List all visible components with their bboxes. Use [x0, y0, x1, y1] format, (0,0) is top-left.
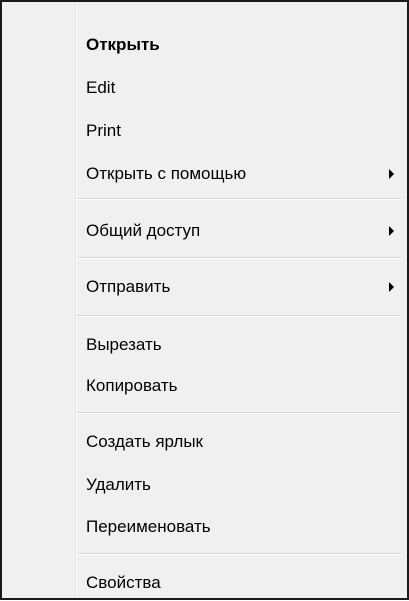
menu-item-label: Открыть — [86, 35, 160, 54]
menu-item-create-shortcut[interactable]: Создать ярлык — [2, 424, 407, 460]
menu-separator — [77, 412, 401, 414]
menu-item-label: Отправить — [86, 277, 171, 296]
menu-item-label: Удалить — [86, 475, 151, 494]
menu-item-label: Edit — [86, 78, 116, 97]
menu-separator — [77, 315, 401, 317]
menu-item-copy[interactable]: Копировать — [2, 368, 407, 404]
menu-item-label: Print — [86, 121, 121, 140]
menu-item-label: Открыть с помощью — [86, 164, 247, 183]
menu-item-label: Общий доступ — [86, 221, 201, 240]
menu-item-open-with[interactable]: Открыть с помощью — [2, 156, 407, 192]
menu-item-label: Вырезать — [86, 335, 162, 354]
menu-item-open[interactable]: Открыть — [2, 27, 407, 63]
menu-item-print[interactable]: Print — [2, 113, 407, 149]
menu-separator — [77, 198, 401, 200]
menu-item-label: Свойства — [86, 573, 161, 592]
menu-item-edit[interactable]: Edit — [2, 70, 407, 106]
menu-separator — [77, 257, 401, 259]
menu-item-properties[interactable]: Свойства — [2, 565, 407, 601]
submenu-arrow-icon — [389, 282, 394, 292]
menu-item-label: Создать ярлык — [86, 432, 203, 451]
menu-item-cut[interactable]: Вырезать — [2, 327, 407, 363]
menu-item-rename[interactable]: Переименовать — [2, 509, 407, 545]
submenu-arrow-icon — [389, 169, 394, 179]
menu-item-label: Переименовать — [86, 517, 211, 536]
menu-item-label: Копировать — [86, 376, 178, 395]
context-menu: Открыть Edit Print Открыть с помощью Общ… — [0, 0, 409, 600]
menu-item-share[interactable]: Общий доступ — [2, 213, 407, 249]
submenu-arrow-icon — [389, 226, 394, 236]
menu-separator — [77, 553, 401, 555]
menu-item-delete[interactable]: Удалить — [2, 467, 407, 503]
menu-item-send-to[interactable]: Отправить — [2, 269, 407, 305]
